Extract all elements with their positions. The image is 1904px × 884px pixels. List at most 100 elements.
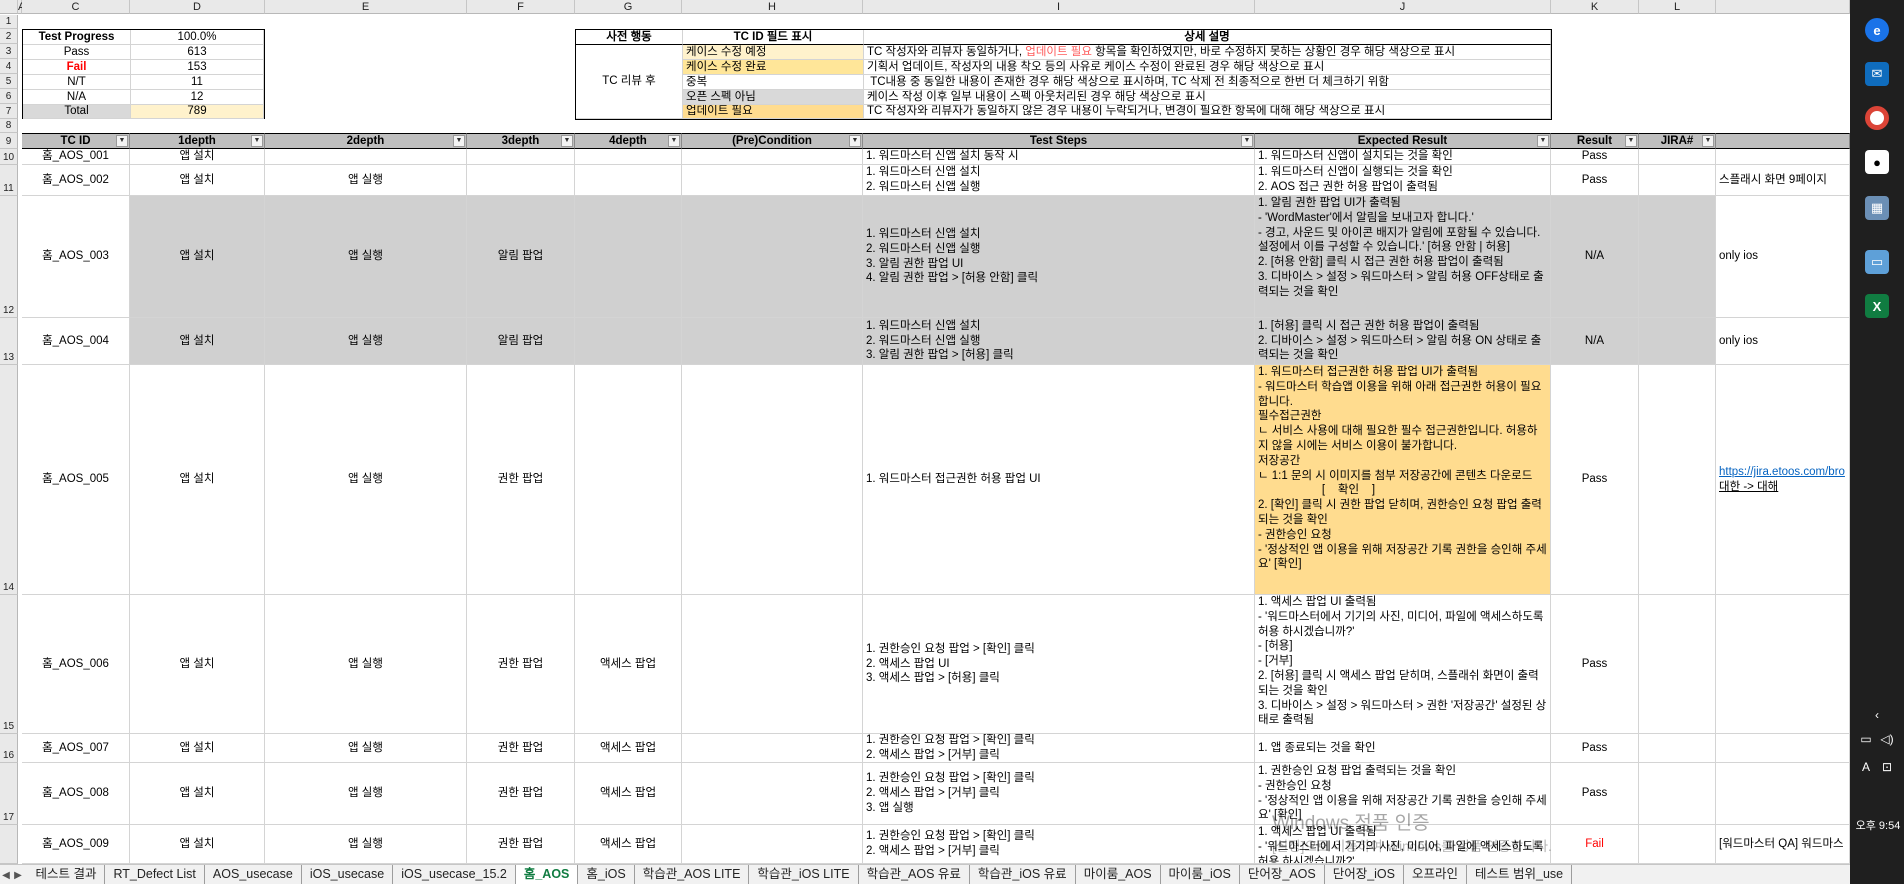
cell-tc-id[interactable]: 홈_AOS_004 — [22, 318, 130, 365]
sheet-tab[interactable]: 홈_iOS — [578, 865, 635, 884]
cell-depth1[interactable]: 앱 설치 — [130, 196, 265, 318]
clock[interactable]: 오후 9:54 — [1852, 817, 1904, 833]
cell-note[interactable]: https://jira.etoos.com/bro 대한 -> 대해 — [1716, 365, 1850, 595]
cell-test-steps[interactable]: 1. 워드마스터 신앱 설치 2. 워드마스터 신앱 실행 3. 알림 권한 팝… — [863, 196, 1255, 318]
header-expected-result[interactable]: Expected Result ▼ — [1255, 133, 1551, 149]
header-result[interactable]: Result ▼ — [1551, 133, 1639, 149]
cell-jira[interactable] — [1639, 763, 1716, 825]
cell-depth4[interactable] — [575, 165, 682, 196]
row-header[interactable]: 11 — [0, 165, 18, 196]
input-language-indicator[interactable]: A — [1856, 760, 1876, 774]
row-header[interactable]: 14 — [0, 365, 18, 595]
column-header-d[interactable]: D — [130, 0, 265, 14]
cell-test-steps[interactable]: 1. 워드마스터 신앱 설치 동작 시 — [863, 149, 1255, 165]
sheet-tab-active[interactable]: 홈_AOS — [515, 865, 579, 884]
cell-depth3[interactable]: 권한 팝업 — [467, 763, 575, 825]
select-all-corner[interactable] — [0, 0, 18, 14]
cell-depth2[interactable]: 앱 실행 — [265, 318, 467, 365]
summary-value[interactable]: 100.0% — [131, 30, 264, 45]
cell-depth1[interactable]: 앱 설치 — [130, 318, 265, 365]
column-header-l[interactable]: L — [1639, 0, 1716, 14]
legend-field-duplicate[interactable]: 중복 — [683, 75, 864, 90]
column-header-h[interactable]: H — [682, 0, 863, 14]
legend-detail[interactable]: 케이스 작성 이후 일부 내용이 스펙 아웃처리된 경우 해당 색상으로 표시 — [864, 90, 1551, 105]
column-header-c[interactable]: C — [22, 0, 130, 14]
cell-depth2[interactable]: 앱 실행 — [265, 165, 467, 196]
cell-precondition[interactable] — [682, 196, 863, 318]
filter-dropdown-icon[interactable]: ▼ — [1241, 135, 1253, 147]
tab-scroll-left-icon[interactable]: ◀ — [0, 870, 12, 881]
cell-depth3[interactable]: 권한 팝업 — [467, 365, 575, 595]
cell-depth4[interactable]: 액세스 팝업 — [575, 734, 682, 763]
header-3depth[interactable]: 3depth ▼ — [467, 133, 575, 149]
cell-depth1[interactable]: 앱 설치 — [130, 165, 265, 196]
column-header-f[interactable]: F — [467, 0, 575, 14]
cell-jira[interactable] — [1639, 318, 1716, 365]
row-header[interactable]: 3 — [0, 44, 18, 59]
cell-depth1[interactable]: 앱 설치 — [130, 734, 265, 763]
cell-note[interactable]: [워드마스터 QA] 워드마스 — [1716, 825, 1850, 864]
summary-value[interactable]: 12 — [131, 90, 264, 105]
cell-test-steps[interactable]: 1. 권한승인 요청 팝업 > [확인] 클릭 2. 액세스 팝업 UI 3. … — [863, 595, 1255, 734]
cell-depth1[interactable]: 앱 설치 — [130, 149, 265, 165]
legend-detail[interactable]: TC내용 중 동일한 내용이 존재한 경우 해당 색상으로 표시하며, TC 삭… — [864, 75, 1551, 90]
cell-tc-id[interactable]: 홈_AOS_001 — [22, 149, 130, 165]
legend-detail[interactable]: TC 작성자와 리뷰자가 동일하지 않은 경우 내용이 누락되거나, 변경이 필… — [864, 105, 1551, 119]
notes-icon[interactable]: ▭ — [1865, 250, 1889, 274]
filter-dropdown-icon[interactable]: ▼ — [668, 135, 680, 147]
cell-expected[interactable]: 1. 워드마스터 신앱이 설치되는 것을 확인 — [1255, 149, 1551, 165]
sheet-tab[interactable]: 학습관_iOS LITE — [749, 865, 859, 884]
header-jira[interactable]: JIRA# ▼ — [1639, 133, 1716, 149]
cell-expected[interactable]: 1. [허용] 클릭 시 접근 권한 허용 팝업이 출력됨 2. 디바이스 > … — [1255, 318, 1551, 365]
cell-depth4[interactable]: 액세스 팝업 — [575, 825, 682, 864]
cell-depth4[interactable]: 액세스 팝업 — [575, 763, 682, 825]
column-header-k[interactable]: K — [1551, 0, 1639, 14]
row-header[interactable]: 17 — [0, 763, 18, 825]
cell-jira[interactable] — [1639, 196, 1716, 318]
cell-jira[interactable] — [1639, 595, 1716, 734]
spreadsheet-grid[interactable]: A C D E F G H I J K L 1 2 3 4 5 6 7 8 9 … — [0, 0, 1850, 864]
row-header[interactable]: 2 — [0, 29, 18, 44]
column-header-i[interactable]: I — [863, 0, 1255, 14]
cell-tc-id[interactable]: 홈_AOS_005 — [22, 365, 130, 595]
sheet-tab[interactable]: 단어장_AOS — [1240, 865, 1325, 884]
row-header[interactable]: 15 — [0, 595, 18, 734]
ime-icon[interactable]: ⊡ — [1877, 760, 1897, 774]
summary-label[interactable]: N/T — [23, 75, 131, 90]
row-header[interactable]: 10 — [0, 149, 18, 165]
summary-label[interactable]: N/A — [23, 90, 131, 105]
note-link-text[interactable]: 대한 -> 대해 — [1719, 481, 1778, 493]
cell-precondition[interactable] — [682, 825, 863, 864]
cell-precondition[interactable] — [682, 318, 863, 365]
cell-tc-id[interactable]: 홈_AOS_003 — [22, 196, 130, 318]
cell-depth3[interactable]: 권한 팝업 — [467, 595, 575, 734]
filter-dropdown-icon[interactable]: ▼ — [1625, 135, 1637, 147]
cell-note[interactable]: only ios — [1716, 318, 1850, 365]
cell-expected[interactable]: 1. 워드마스터 신앱이 실행되는 것을 확인 2. AOS 접근 권한 허용 … — [1255, 165, 1551, 196]
cell-result[interactable]: Pass — [1551, 365, 1639, 595]
header-note[interactable] — [1716, 133, 1850, 149]
sheet-tab[interactable]: 테스트 범위_use — [1467, 865, 1573, 884]
photos-icon[interactable]: ▦ — [1865, 196, 1889, 220]
excel-icon[interactable]: X — [1865, 294, 1889, 318]
cell-depth2[interactable]: 앱 실행 — [265, 365, 467, 595]
legend-header-action[interactable]: 사전 행동 — [576, 30, 683, 45]
sheet-tab[interactable]: 마이룸_AOS — [1076, 865, 1161, 884]
cell-result[interactable]: Pass — [1551, 763, 1639, 825]
row-header[interactable]: 9 — [0, 133, 18, 149]
cell-tc-id[interactable]: 홈_AOS_002 — [22, 165, 130, 196]
summary-value-total[interactable]: 789 — [131, 105, 264, 119]
cell-tc-id[interactable]: 홈_AOS_008 — [22, 763, 130, 825]
column-header-j[interactable]: J — [1255, 0, 1551, 14]
cell-depth4[interactable] — [575, 318, 682, 365]
legend-field-pending[interactable]: 케이스 수정 예정 — [683, 45, 864, 60]
cell-jira[interactable] — [1639, 365, 1716, 595]
cell-result[interactable]: Pass — [1551, 149, 1639, 165]
filter-dropdown-icon[interactable]: ▼ — [849, 135, 861, 147]
summary-label[interactable]: Pass — [23, 45, 131, 60]
cell-precondition[interactable] — [682, 595, 863, 734]
legend-detail[interactable]: 기획서 업데이트, 작성자의 내용 착오 등의 사유로 케이스 수정이 완료된 … — [864, 60, 1551, 75]
sheet-tab[interactable]: 학습관_AOS LITE — [635, 865, 750, 884]
cell-jira[interactable] — [1639, 734, 1716, 763]
summary-label-total[interactable]: Total — [23, 105, 131, 119]
